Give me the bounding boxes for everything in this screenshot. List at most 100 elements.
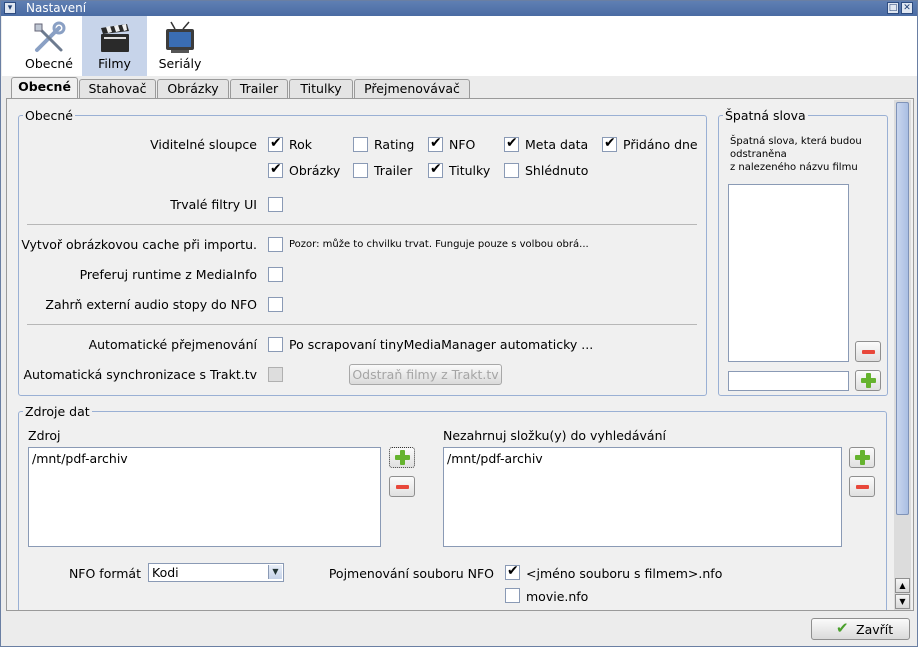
tab-trailer[interactable]: Trailer [230, 79, 288, 98]
trakt-sync-label: Automatická synchronizace s Trakt.tv [23, 367, 257, 382]
clapperboard-icon [100, 24, 129, 52]
scrollbar-thumb[interactable] [896, 102, 909, 515]
tv-icon [166, 21, 194, 53]
data-sources-group: Zdroje dat Zdroj /mnt/pdf-archiv Nezahrn… [18, 404, 887, 610]
general-group: Obecné Viditelné sloupce Rok Rating NFO … [18, 108, 707, 396]
checkmark-icon: ✔ [836, 619, 849, 637]
add-source-button[interactable] [389, 447, 415, 468]
group-legend: Obecné [23, 108, 75, 123]
column-checkbox-metadata[interactable] [504, 135, 519, 152]
trakt-remove-button[interactable]: Odstraň filmy z Trakt.tv [349, 364, 502, 385]
source-label: Zdroj [28, 428, 61, 443]
column-label: Shlédnuto [525, 163, 589, 178]
visible-columns-label: Viditelné sloupce [150, 137, 257, 152]
nfo-naming-option-label: <jméno souboru s filmem>.nfo [526, 566, 723, 581]
group-legend: Zdroje dat [23, 404, 92, 419]
tab-general[interactable]: Obecné [11, 77, 78, 98]
column-checkbox-date-added[interactable] [602, 135, 617, 152]
bad-words-description: z nalezeného názvu filmu [730, 162, 858, 173]
column-checkbox-images[interactable] [268, 161, 283, 178]
remove-bad-word-button[interactable] [855, 341, 881, 362]
column-checkbox-trailer[interactable] [353, 163, 368, 178]
column-checkbox-rating[interactable] [353, 137, 368, 152]
column-label: Rating [374, 137, 415, 152]
bad-words-description: odstraněna [730, 149, 787, 160]
close-window-icon[interactable]: ✕ [901, 2, 913, 14]
auto-rename-hint: Po scrapovaní tinyMediaManager automatic… [289, 337, 594, 352]
close-button[interactable]: ✔ Zavřít [811, 618, 910, 640]
tab-subtitles[interactable]: Titulky [289, 79, 353, 98]
window-title: Nastavení [26, 1, 87, 15]
bad-words-description: Špatná slova, která budou [730, 136, 862, 147]
nfo-format-value: Kodi [152, 565, 179, 580]
exclude-list[interactable]: /mnt/pdf-archiv [443, 447, 842, 547]
remove-source-button[interactable] [389, 476, 415, 497]
vertical-scrollbar[interactable]: ▲ ▼ [894, 100, 911, 610]
auto-rename-label: Automatické přejmenování [88, 337, 257, 352]
nfo-naming-option-label: movie.nfo [526, 589, 589, 604]
column-checkbox-nfo[interactable] [428, 135, 443, 152]
scroll-up-icon[interactable]: ▲ [895, 578, 910, 593]
toolbar-general[interactable]: Obecné [18, 16, 80, 76]
bad-word-input[interactable] [728, 371, 849, 391]
remove-exclude-button[interactable] [849, 476, 875, 497]
tab-content-panel: Obecné Viditelné sloupce Rok Rating NFO … [6, 98, 914, 611]
add-exclude-button[interactable] [849, 447, 875, 468]
column-label: Trailer [374, 163, 413, 178]
toolbar-movies[interactable]: Filmy [82, 16, 147, 76]
bad-words-group: Špatná slova Špatná slova, která budou o… [718, 108, 888, 396]
column-checkbox-watched[interactable] [504, 163, 519, 178]
close-button-label: Zavřít [856, 622, 894, 637]
exclude-label: Nezahrnuj složku(y) do vyhledávání [443, 428, 666, 443]
scroll-down-icon[interactable]: ▼ [895, 594, 910, 609]
nfo-naming-label: Pojmenování souboru NFO [328, 566, 494, 581]
column-checkbox-subtitles[interactable] [428, 161, 443, 178]
persistent-filters-label: Trvalé filtry UI [170, 197, 257, 212]
plus-icon [855, 450, 870, 465]
external-audio-checkbox[interactable] [268, 297, 283, 312]
tab-downloader[interactable]: Stahovač [79, 79, 156, 98]
add-bad-word-button[interactable] [855, 370, 881, 391]
trakt-sync-checkbox[interactable] [268, 367, 283, 382]
persistent-filters-checkbox[interactable] [268, 197, 283, 212]
divider [27, 224, 697, 225]
runtime-checkbox[interactable] [268, 267, 283, 282]
column-label: Meta data [525, 137, 589, 152]
maximize-icon[interactable]: □ [887, 2, 899, 14]
toolbar-label: Seriály [158, 56, 202, 71]
auto-rename-checkbox[interactable] [268, 337, 283, 352]
nfo-format-select[interactable]: Kodi ▼ [148, 563, 284, 582]
toolbar-label: Obecné [25, 56, 73, 71]
exclude-item[interactable]: /mnt/pdf-archiv [447, 451, 543, 466]
nfo-naming-checkbox-movie[interactable] [505, 588, 520, 603]
nfo-naming-checkbox-filename[interactable] [505, 563, 520, 580]
settings-window: ▾ Nastavení □ ✕ Obecné Filmy Seriály Obe… [0, 0, 918, 647]
toolbar-tvshows[interactable]: Seriály [149, 16, 211, 76]
tab-images[interactable]: Obrázky [157, 79, 229, 98]
minus-icon [862, 350, 875, 354]
group-legend: Špatná slova [723, 108, 808, 123]
image-cache-label: Vytvoř obrázkovou cache při importu. [21, 237, 257, 252]
column-label: Titulky [449, 163, 491, 178]
column-checkbox-year[interactable] [268, 135, 283, 152]
column-label: Rok [289, 137, 313, 152]
title-bar: ▾ Nastavení □ ✕ [1, 1, 917, 16]
runtime-label: Preferuj runtime z MediaInfo [79, 267, 257, 282]
plus-icon [861, 373, 876, 388]
toolbar-label: Filmy [98, 56, 131, 71]
bad-words-list[interactable] [728, 184, 849, 362]
column-label: Přidáno dne [623, 137, 698, 152]
column-label: Obrázky [289, 163, 341, 178]
external-audio-label: Zahrň externí audio stopy do NFO [45, 297, 257, 312]
tools-icon [34, 21, 66, 52]
tab-renamer[interactable]: Přejmenovávač [354, 79, 470, 98]
image-cache-checkbox[interactable] [268, 237, 283, 252]
window-menu-icon[interactable]: ▾ [4, 2, 16, 14]
source-list[interactable]: /mnt/pdf-archiv [28, 447, 381, 547]
plus-icon [395, 450, 410, 465]
nfo-format-label: NFO formát [68, 566, 141, 581]
column-label: NFO [449, 137, 476, 152]
image-cache-hint: Pozor: může to chvilku trvat. Funguje po… [289, 239, 589, 250]
source-item[interactable]: /mnt/pdf-archiv [32, 451, 128, 466]
minus-icon [856, 485, 869, 489]
